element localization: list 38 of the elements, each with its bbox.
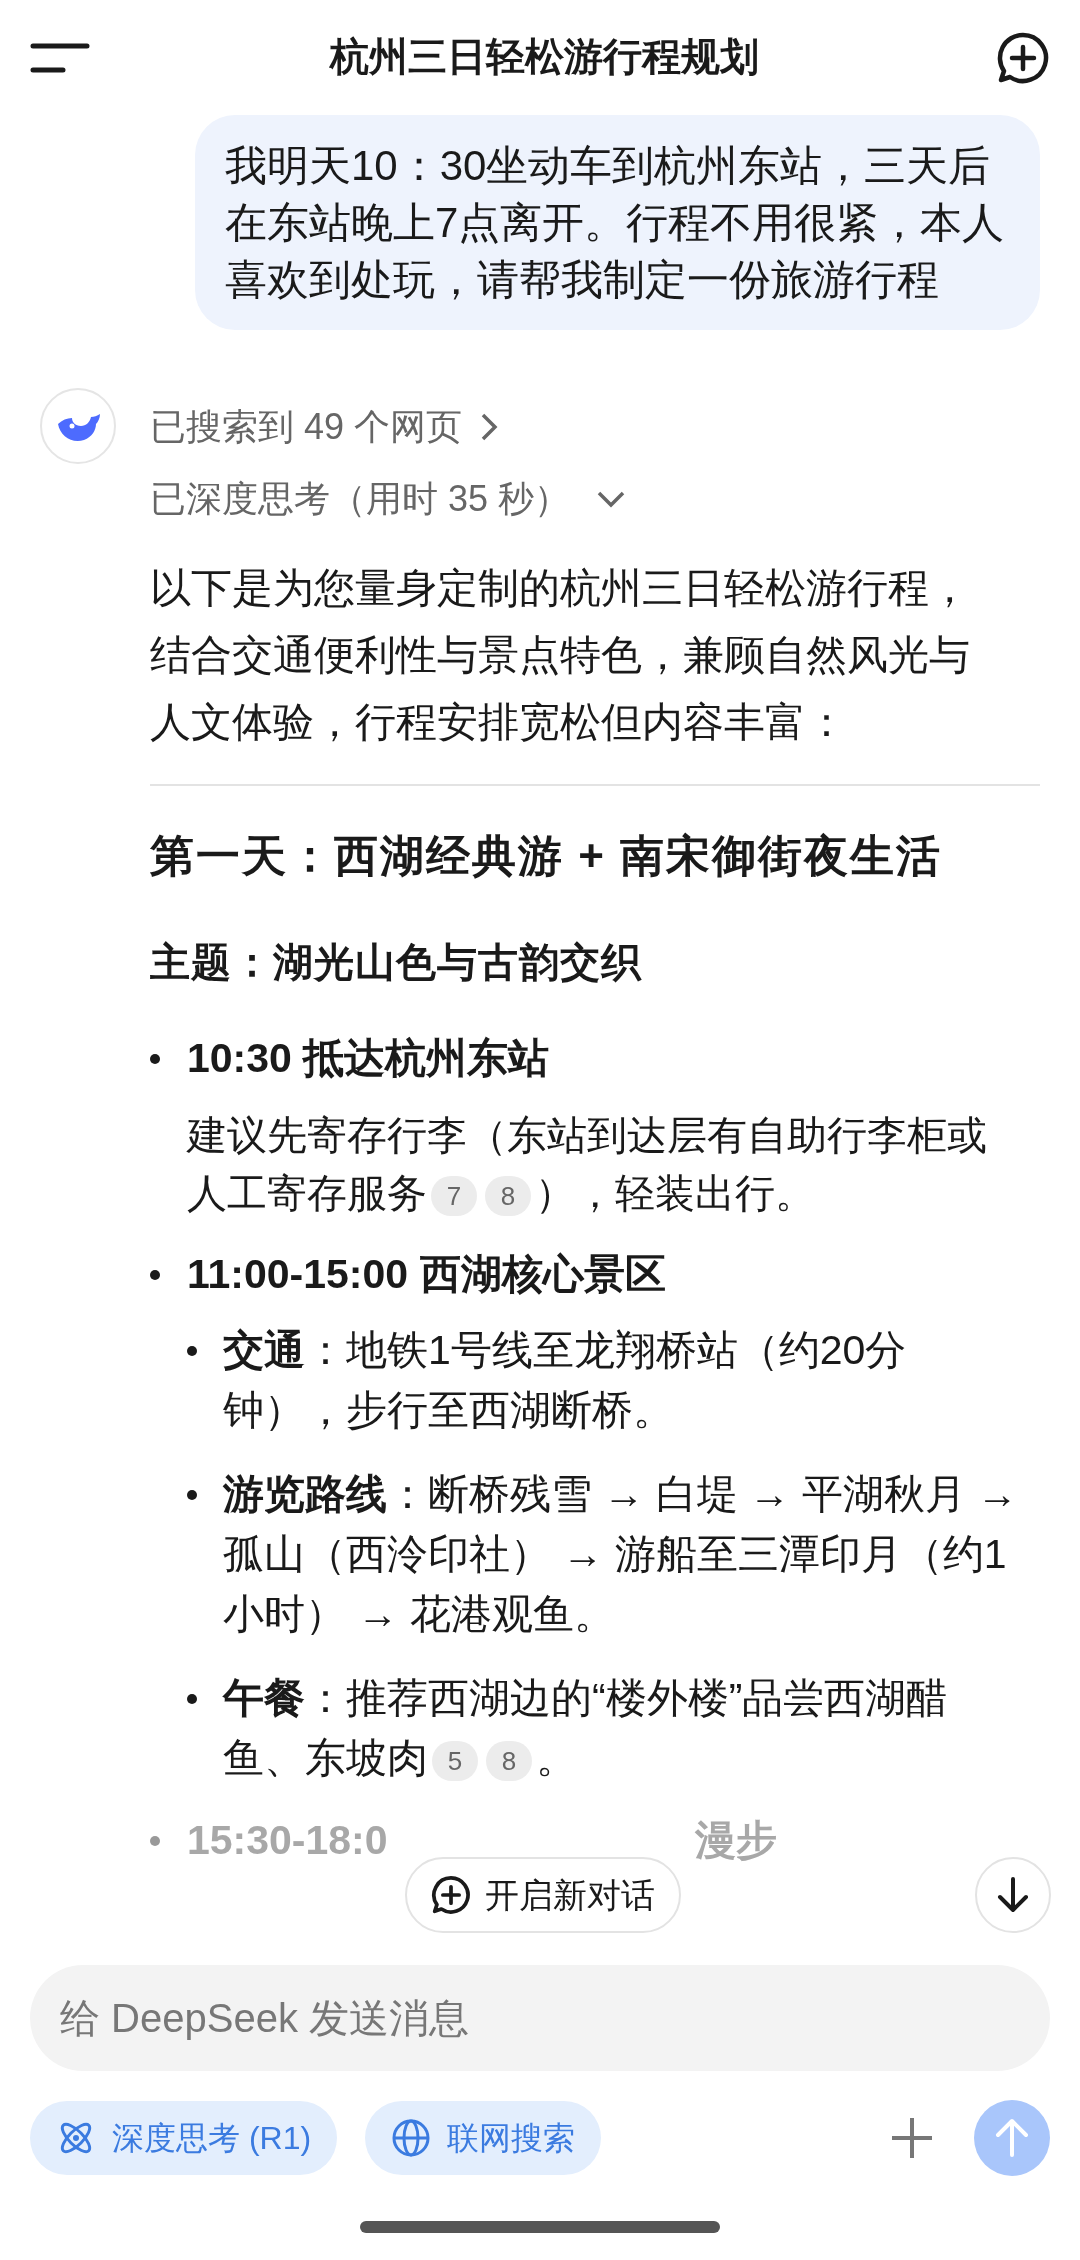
itinerary-item-title: 15:30-18:0	[187, 1816, 389, 1866]
new-chat-icon	[431, 1875, 471, 1915]
day-heading: 第一天：西湖经典游 + 南宋御街夜生活	[150, 830, 944, 882]
chat-title: 杭州三日轻松游行程规划	[329, 34, 759, 81]
paragraph-text: 建议先寄存行李（东站到达层有自助行李柜或人工寄存服务 7 8 ），轻装出行。	[187, 1112, 988, 1219]
search-status-link[interactable]: 已搜索到 49 个网页	[150, 400, 463, 454]
globe-icon	[391, 2118, 432, 2158]
chevron-right-icon[interactable]	[480, 412, 499, 442]
itinerary-item-title: 10:30 抵达杭州东站	[187, 1034, 550, 1084]
citation-badge[interactable]: 7	[431, 1176, 477, 1217]
itinerary-item-title: 11:00-15:00 西湖核心景区	[187, 1250, 666, 1300]
paragraph-text: 游览路线：断桥残雪 → 白堤 → 平湖秋月 → 孤山（西泠印社） → 游船至三潭印月（约1小时） → 花港观鱼。	[223, 1470, 1019, 1639]
paragraph-text: 午餐：推荐西湖边的“楼外楼”品尝西湖醋鱼、东坡肉 5 8 。	[223, 1674, 949, 1784]
arrow-down-icon	[996, 1876, 1030, 1914]
new-chat-button[interactable]: 开启新对话	[405, 1857, 681, 1933]
bullet-icon	[187, 1346, 197, 1356]
new-chat-icon[interactable]	[996, 30, 1050, 85]
mode-toggle-button[interactable]: 深度思考 (R1)	[30, 2101, 338, 2175]
arrow-up-icon	[995, 2118, 1029, 2158]
citation-badge[interactable]: 5	[432, 1741, 478, 1782]
citation-badge[interactable]: 8	[485, 1176, 531, 1217]
citation-badge[interactable]: 8	[486, 1741, 532, 1782]
paragraph-text: 交通：地铁1号线至龙翔桥站（约20分钟），步行至西湖断桥。	[223, 1326, 908, 1435]
user-message-bubble: 我明天10：30坐动车到杭州东站，三天后在东站晚上7点离开。行程不用很紧，本人喜欢到处玩，请帮我制定一份旅游行程	[195, 115, 1040, 330]
bullet-icon	[187, 1694, 197, 1704]
mode-toggle-button[interactable]: 联网搜索	[365, 2101, 602, 2175]
bullet-icon	[187, 1490, 197, 1500]
thinking-status-toggle[interactable]: 已深度思考（用时 35 秒）	[150, 472, 571, 526]
bullet-icon	[150, 1836, 160, 1846]
intro-paragraph: 以下是为您量身定制的杭州三日轻松游行程，结合交通便利性与景点特色，兼顾自然风光与人文体验，行程安排宽松但内容丰富：	[150, 564, 971, 747]
itinerary-item-title: 漫步	[695, 1816, 777, 1866]
bullet-icon	[150, 1270, 160, 1280]
theme-heading: 主题：湖光山色与古韵交织	[150, 939, 643, 986]
bullet-icon	[150, 1054, 160, 1064]
message-input-field[interactable]: 给 DeepSeek 发送消息	[30, 1965, 1050, 2071]
plus-icon[interactable]	[890, 2116, 934, 2160]
message-input[interactable]: 给 DeepSeek 发送消息	[60, 1988, 1020, 2048]
chevron-down-icon[interactable]	[596, 490, 627, 508]
